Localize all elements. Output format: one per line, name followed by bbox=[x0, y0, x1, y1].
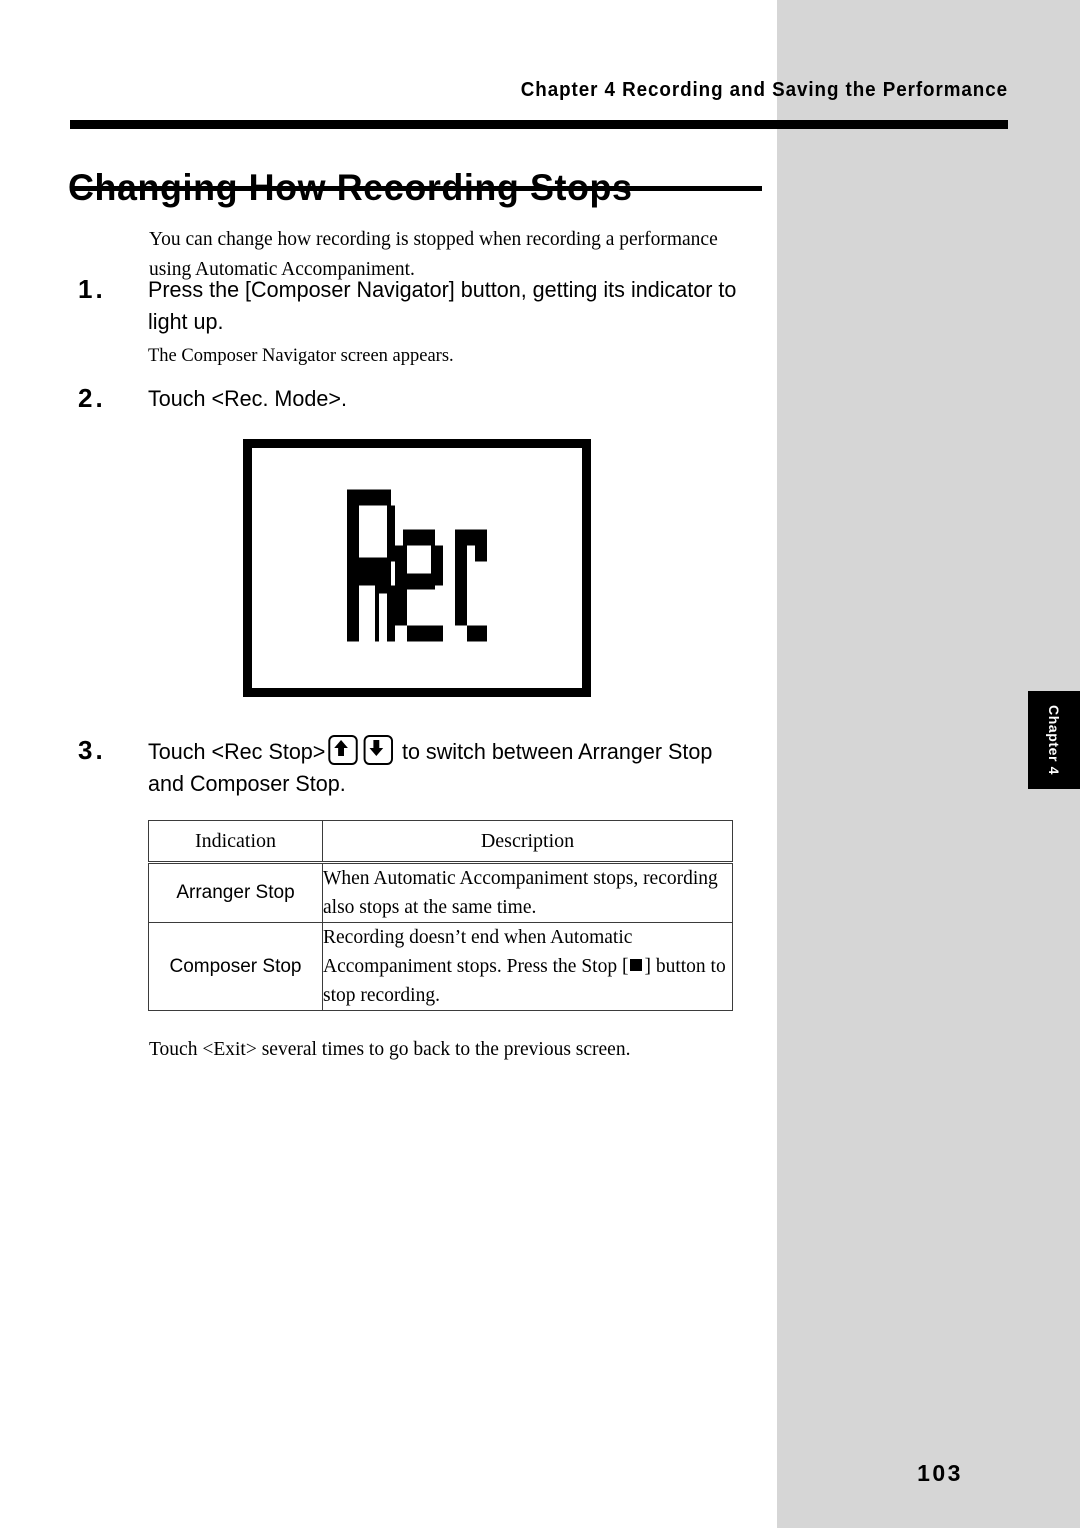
table-header-indication: Indication bbox=[148, 820, 323, 864]
step-1-number: 1. bbox=[78, 274, 106, 304]
header-rule bbox=[70, 120, 1008, 129]
step-2-text: Touch <Rec. Mode>. bbox=[148, 386, 347, 411]
title-underline-rule bbox=[70, 186, 762, 191]
indication-description-table: Indication Description Arranger Stop Whe… bbox=[148, 820, 733, 1011]
step-2: 2. Touch <Rec. Mode>. bbox=[78, 383, 758, 415]
composer-stop-desc-before: Recording doesn’t end when Automatic Acc… bbox=[323, 927, 633, 977]
table-header-description: Description bbox=[322, 820, 733, 864]
manual-page: Chapter 4 Recording and Saving the Perfo… bbox=[0, 0, 1080, 1528]
step-3-text-before: Touch <Rec Stop> bbox=[148, 739, 326, 764]
step-3-text: Touch <Rec Stop> to switch between Arran… bbox=[148, 735, 746, 800]
square-stop-icon bbox=[630, 959, 643, 971]
cell-description-composer-stop: Recording doesn’t end when Automatic Acc… bbox=[322, 922, 733, 1011]
lcd-display-figure bbox=[243, 439, 591, 697]
up-arrow-button[interactable] bbox=[328, 735, 358, 765]
step-1-subtext: The Composer Navigator screen appears. bbox=[148, 346, 454, 366]
page-number: 103 bbox=[917, 1460, 963, 1486]
closing-note: Touch <Exit> several times to go back to… bbox=[149, 1038, 631, 1060]
step-3-number: 3. bbox=[78, 735, 106, 765]
table-row: Composer Stop Recording doesn’t end when… bbox=[148, 922, 733, 1011]
chapter-thumb-tab: Chapter 4 bbox=[1028, 691, 1080, 789]
table-row: Arranger Stop When Automatic Accompanime… bbox=[148, 862, 733, 923]
cell-indication-arranger-stop: Arranger Stop bbox=[148, 862, 323, 923]
cell-indication-composer-stop: Composer Stop bbox=[148, 922, 323, 1011]
running-header: Chapter 4 Recording and Saving the Perfo… bbox=[520, 79, 1008, 101]
down-arrow-button[interactable] bbox=[363, 735, 394, 765]
table-header-row: Indication Description bbox=[148, 820, 733, 864]
step-1-text: Press the [Composer Navigator] button, g… bbox=[148, 277, 737, 334]
step-2-number: 2. bbox=[78, 383, 106, 413]
cell-description-arranger-stop: When Automatic Accompaniment stops, reco… bbox=[322, 862, 733, 923]
step-1: 1. Press the [Composer Navigator] button… bbox=[78, 274, 758, 369]
chapter-tab-label: Chapter 4 bbox=[1046, 705, 1062, 775]
lcd-rec-glyph bbox=[347, 489, 487, 647]
step-3: 3. Touch <Rec Stop> to switch between Ar… bbox=[78, 735, 758, 800]
